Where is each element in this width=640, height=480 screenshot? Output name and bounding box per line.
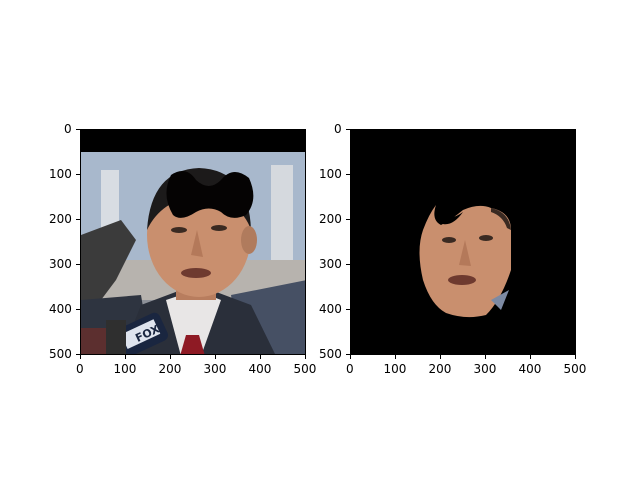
x-tick xyxy=(530,355,531,359)
y-tick-label: 200 xyxy=(49,212,72,226)
x-tick xyxy=(395,355,396,359)
y-tick-label: 0 xyxy=(64,122,72,136)
x-tick xyxy=(440,355,441,359)
x-tick-label: 200 xyxy=(428,362,452,376)
right-axes xyxy=(350,129,576,355)
x-tick xyxy=(260,355,261,359)
y-tick xyxy=(76,174,80,175)
face-mask-extraction xyxy=(351,130,575,354)
y-tick-label: 0 xyxy=(334,122,342,136)
y-tick-label: 200 xyxy=(319,212,342,226)
y-tick xyxy=(76,264,80,265)
y-tick-label: 100 xyxy=(319,167,342,181)
y-tick xyxy=(76,309,80,310)
left-axes: FOX xyxy=(80,129,306,355)
y-tick xyxy=(76,219,80,220)
x-tick-label: 200 xyxy=(158,362,182,376)
y-tick xyxy=(346,129,350,130)
x-tick xyxy=(485,355,486,359)
x-tick xyxy=(215,355,216,359)
y-tick xyxy=(346,219,350,220)
y-tick-label: 300 xyxy=(319,257,342,271)
y-tick-label: 100 xyxy=(49,167,72,181)
y-tick-label: 400 xyxy=(49,302,72,316)
x-tick-label: 500 xyxy=(563,362,587,376)
x-tick-label: 100 xyxy=(113,362,137,376)
y-tick xyxy=(346,174,350,175)
original-photo: FOX xyxy=(81,130,305,354)
y-tick xyxy=(76,354,80,355)
y-tick xyxy=(346,264,350,265)
y-tick-label: 500 xyxy=(319,347,342,361)
x-tick xyxy=(170,355,171,359)
x-tick xyxy=(125,355,126,359)
x-tick xyxy=(575,355,576,359)
y-tick-label: 400 xyxy=(319,302,342,316)
y-tick xyxy=(76,129,80,130)
x-tick-label: 0 xyxy=(346,362,354,376)
y-tick xyxy=(346,309,350,310)
x-tick-label: 500 xyxy=(293,362,317,376)
y-tick-label: 500 xyxy=(49,347,72,361)
x-tick-label: 300 xyxy=(473,362,497,376)
x-tick xyxy=(305,355,306,359)
y-tick-label: 300 xyxy=(49,257,72,271)
x-tick-label: 100 xyxy=(383,362,407,376)
x-tick xyxy=(350,355,351,359)
y-tick xyxy=(346,354,350,355)
x-tick-label: 400 xyxy=(248,362,272,376)
x-tick-label: 300 xyxy=(203,362,227,376)
x-tick-label: 400 xyxy=(518,362,542,376)
x-tick-label: 0 xyxy=(76,362,84,376)
x-tick xyxy=(80,355,81,359)
